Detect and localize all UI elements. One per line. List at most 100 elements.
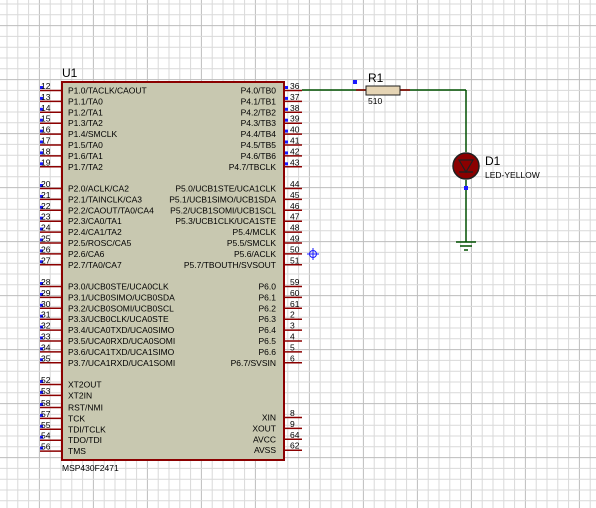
pin-label: P4.3/TB3 — [241, 118, 277, 128]
pin-number: 17 — [41, 136, 51, 146]
resistor-value: 510 — [368, 96, 382, 106]
pin-number: 6 — [290, 353, 295, 363]
pin-number: 53 — [41, 386, 51, 396]
pin-label: P6.6 — [259, 347, 277, 357]
pin-number: 5 — [290, 342, 295, 352]
pin-dot — [285, 162, 288, 166]
pin-label: P6.2 — [259, 303, 277, 313]
pin-label: P3.1/UCB0SIMO/UCB0SDA — [68, 292, 175, 302]
chip-refdes: U1 — [62, 66, 78, 80]
led-body[interactable] — [452, 152, 480, 180]
pin-label: P3.2/UCB0SOMI/UCB0SCL — [68, 303, 174, 313]
pin-label: P5.6/ACLK — [234, 249, 276, 259]
pin-number: 37 — [290, 92, 300, 102]
pin-number: 43 — [290, 157, 300, 167]
pin-number: 32 — [41, 321, 51, 331]
pin-label: RST/NMI — [68, 403, 103, 413]
pin-dot — [285, 118, 288, 122]
pin-label: P5.7/TBOUTH/SVSOUT — [184, 260, 276, 270]
pin-number: 55 — [41, 420, 51, 430]
pin-label: P2.4/CA1/TA2 — [68, 227, 122, 237]
pin-number: 54 — [41, 431, 51, 441]
pin-label: P2.0/ACLK/CA2 — [68, 184, 129, 194]
pin-label: P1.6/TA1 — [68, 151, 103, 161]
pin-number: 29 — [41, 288, 51, 298]
pin-number: 8 — [290, 408, 295, 418]
pin-label: P3.5/UCA0RXD/UCA0SOMI — [68, 336, 175, 346]
pin-number: 14 — [41, 103, 51, 113]
pin-label: P2.7/TA0/CA7 — [68, 260, 122, 270]
pin-number: 13 — [41, 92, 51, 102]
pin-number: 24 — [41, 223, 51, 233]
pin-label: P6.4 — [259, 325, 277, 335]
pin-number: 59 — [290, 277, 300, 287]
pin-number: 58 — [41, 398, 51, 408]
pin-number: 50 — [290, 244, 300, 254]
resistor-body[interactable] — [365, 85, 401, 96]
pin-dot — [285, 129, 288, 133]
pin-number: 64 — [290, 430, 300, 440]
pin-label: P4.4/TB4 — [241, 129, 277, 139]
pin-label: P4.0/TB0 — [241, 86, 277, 96]
pin-label: P1.4/SMCLK — [68, 129, 117, 139]
pin-number: 16 — [41, 125, 51, 135]
resistor-refdes: R1 — [368, 71, 384, 85]
pin-number: 2 — [290, 310, 295, 320]
pin-label: P5.2/UCB1SOMI/UCB1SCL — [170, 205, 276, 215]
pin-number: 9 — [290, 419, 295, 429]
pin-label: P2.1/TAINCLK/CA3 — [68, 194, 142, 204]
pin-label: AVCC — [253, 434, 276, 444]
pin-label: P6.1 — [259, 292, 277, 302]
pin-label: P1.7/TA2 — [68, 162, 103, 172]
pin-label: P6.0 — [259, 282, 277, 292]
pin-number: 12 — [41, 81, 51, 91]
pin-label: P5.5/SMCLK — [227, 238, 276, 248]
pin-number: 31 — [41, 310, 51, 320]
pin-dot — [285, 96, 288, 100]
pin-label: P5.3/UCB1CLK/UCA1STE — [175, 216, 276, 226]
pin-number: 3 — [290, 321, 295, 331]
pin-dot — [285, 151, 288, 155]
pin-label: P3.3/UCB0CLK/UCA0STE — [68, 314, 169, 324]
pin-label: P3.6/UCA1TXD/UCA1SIMO — [68, 347, 175, 357]
pin-label: P6.5 — [259, 336, 277, 346]
pin-number: 44 — [290, 179, 300, 189]
schematic-drawing[interactable]: U1 12 P1.0/TACLK/CAOUT 13 P1.1/TA0 14 P1.2/TA… — [0, 0, 596, 508]
pin-label: P5.0/UCB1STE/UCA1CLK — [175, 184, 276, 194]
pin-label: P1.2/TA1 — [68, 107, 103, 117]
pin-label: XT2IN — [68, 390, 92, 400]
pin-number: 4 — [290, 332, 295, 342]
pin-label: TDI/TCLK — [68, 424, 106, 434]
pin-number: 15 — [41, 114, 51, 124]
chip-part-number: MSP430F2471 — [62, 463, 119, 473]
pin-number: 30 — [41, 299, 51, 309]
pin-number: 35 — [41, 353, 51, 363]
pin-label: P2.6/CA6 — [68, 249, 105, 259]
pin-label: AVSS — [254, 445, 276, 455]
pin-number: 42 — [290, 146, 300, 156]
pin-label: P4.6/TB6 — [241, 151, 277, 161]
pin-label: P4.7/TBCLK — [229, 162, 277, 172]
pin-label: P3.7/UCA1RXD/UCA1SOMI — [68, 358, 175, 368]
pin-dot — [285, 107, 288, 111]
led-refdes: D1 — [485, 154, 501, 168]
led-value: LED-YELLOW — [485, 170, 540, 180]
pin-number: 61 — [290, 299, 300, 309]
pin-number: 36 — [290, 81, 300, 91]
microcontroller-u1[interactable]: U1 12 P1.0/TACLK/CAOUT 13 P1.1/TA0 14 P1.2/TA… — [40, 66, 302, 473]
pin-label: P4.2/TB2 — [241, 107, 277, 117]
pin-label: P6.7/SVSIN — [231, 358, 276, 368]
pin-number: 22 — [41, 201, 51, 211]
pin-number: 38 — [290, 103, 300, 113]
schematic-canvas[interactable]: U1 12 P1.0/TACLK/CAOUT 13 P1.1/TA0 14 P1.2/TA… — [0, 0, 596, 508]
pin-number: 20 — [41, 179, 51, 189]
pin-number: 39 — [290, 114, 300, 124]
pin-label: XOUT — [252, 423, 276, 433]
pin-number: 48 — [290, 223, 300, 233]
pin-label: P2.2/CAOUT/TA0/CA4 — [68, 205, 154, 215]
pin-label: P3.0/UCB0STE/UCA0CLK — [68, 282, 169, 292]
pin-label: P2.3/CA0/TA1 — [68, 216, 122, 226]
pin-number: 19 — [41, 157, 51, 167]
pin-label: P1.5/TA0 — [68, 140, 103, 150]
pin-label: XT2OUT — [68, 380, 102, 390]
